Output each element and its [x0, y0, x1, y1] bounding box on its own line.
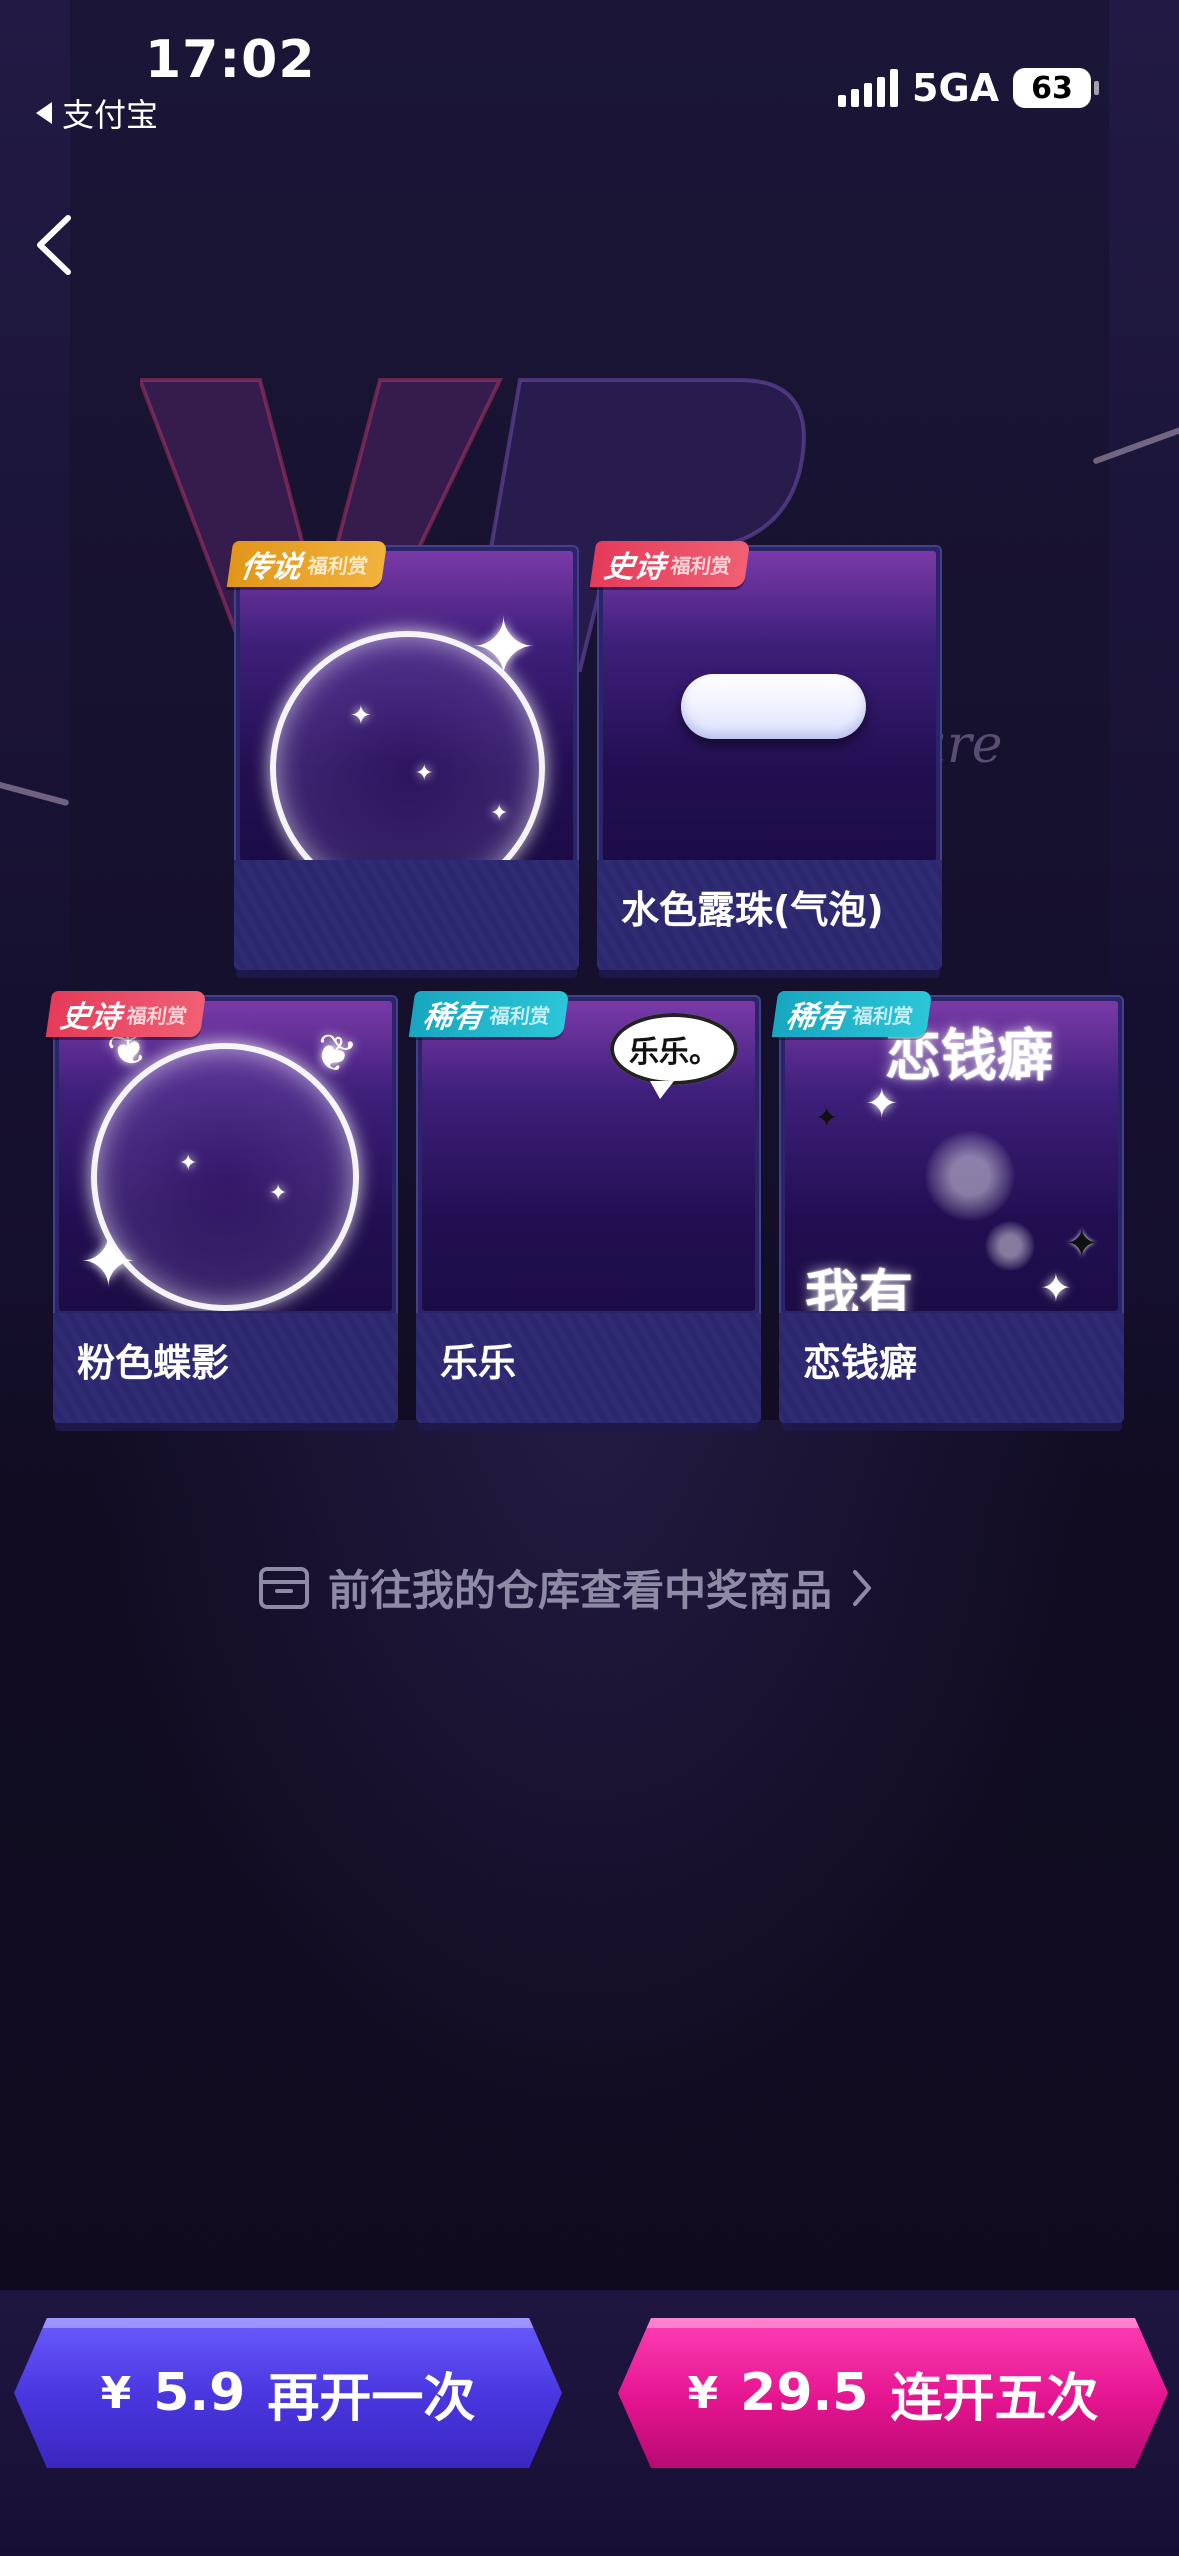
- badge-subtitle: 福利赏: [125, 1003, 189, 1028]
- dot-cloud: [985, 1221, 1035, 1271]
- badge-subtitle: 福利赏: [488, 1003, 552, 1028]
- back-app-label: 支付宝: [62, 96, 159, 134]
- prize-name: 水色露珠(气泡): [621, 888, 884, 932]
- network-type: 5GA: [912, 66, 1000, 110]
- status-indicators: 5GA 63: [838, 66, 1100, 110]
- rarity-badge-rare: 稀有 福利赏: [408, 991, 570, 1037]
- speech-bubble: 乐乐。: [610, 1013, 738, 1099]
- badge-subtitle: 福利赏: [851, 1003, 915, 1028]
- prize-name: 恋钱癖: [803, 1341, 918, 1385]
- deco-text-bottom: 我有: [805, 1264, 913, 1311]
- badge-rarity-text: 史诗: [602, 550, 667, 585]
- chevron-right-icon: [853, 1569, 872, 1606]
- rarity-badge-rare: 稀有 福利赏: [771, 991, 933, 1037]
- sparkle-icon: ✦: [1065, 1221, 1099, 1267]
- badge-rarity-text: 稀有: [421, 1000, 486, 1035]
- prize-card-legend-bubble[interactable]: ✦ ✦ ✦ ✦ 传说 福利赏: [226, 541, 579, 970]
- price: 5.9: [153, 2363, 246, 2423]
- prize-image: 乐乐。: [422, 1001, 755, 1311]
- prize-image: [603, 551, 936, 861]
- prize-card-money-fetish[interactable]: 恋钱癖 我有 ✦ ✦ ✦ ✦ 恋钱癖 稀有 福利赏: [771, 991, 1124, 1423]
- back-arrow-icon[interactable]: [28, 210, 92, 280]
- prize-card-pink-butterfly[interactable]: ❦ ❦ ✦ ✦ ✦ 粉色蝶影 史诗 福利赏: [45, 991, 398, 1423]
- sparkle-icon: ✦: [350, 701, 372, 731]
- sparkle-icon: ✦: [815, 1101, 839, 1134]
- card-footer: [234, 860, 579, 970]
- pill-bubble-icon: [681, 674, 866, 739]
- prize-image: ❦ ❦ ✦ ✦ ✦: [59, 1001, 392, 1311]
- status-time: 17:02: [145, 30, 316, 90]
- sparkle-icon: ✦: [1040, 1266, 1072, 1310]
- open-five-button[interactable]: ¥ 29.5 连开五次: [618, 2318, 1168, 2468]
- battery-level: 63: [1031, 70, 1073, 106]
- box-icon: [259, 1566, 309, 1609]
- signal-icon: [838, 69, 898, 107]
- prize-image: 恋钱癖 我有 ✦ ✦ ✦ ✦: [785, 1001, 1118, 1311]
- warehouse-link-label: 前往我的仓库查看中奖商品: [328, 1566, 833, 1615]
- battery-icon: 63: [1013, 68, 1100, 108]
- sparkle-icon: ✦: [865, 1081, 899, 1127]
- background-floor: [0, 1420, 1179, 2320]
- sparkle-icon: ✦: [179, 1151, 198, 1176]
- price: 29.5: [740, 2363, 869, 2423]
- sparkle-icon: ✦: [415, 761, 434, 786]
- sparkle-icon: ✦: [79, 1221, 138, 1303]
- rarity-badge-epic: 史诗 福利赏: [589, 541, 751, 587]
- button-label: 连开五次: [890, 2368, 1099, 2429]
- sparkle-icon: ✦: [490, 801, 509, 826]
- prize-name: 粉色蝶影: [77, 1341, 230, 1385]
- badge-rarity-text: 稀有: [784, 1000, 849, 1035]
- currency-symbol: ¥: [687, 2367, 719, 2419]
- prize-card-water-dewdrop[interactable]: 水色露珠(气泡) 史诗 福利赏: [589, 541, 942, 970]
- open-once-button[interactable]: ¥ 5.9 再开一次: [14, 2318, 562, 2468]
- badge-subtitle: 福利赏: [669, 553, 733, 578]
- sparkle-icon: ✦: [269, 1181, 288, 1206]
- rarity-badge-epic: 史诗 福利赏: [45, 991, 207, 1037]
- button-label: 再开一次: [267, 2368, 476, 2429]
- currency-symbol: ¥: [100, 2367, 132, 2419]
- prize-card-lele[interactable]: 乐乐。 乐乐 稀有 福利赏: [408, 991, 761, 1423]
- back-to-app-link[interactable]: 支付宝: [36, 90, 158, 136]
- dot-cloud: [925, 1131, 1015, 1221]
- warehouse-link[interactable]: 前往我的仓库查看中奖商品: [258, 1557, 874, 1618]
- badge-rarity-text: 传说: [239, 550, 304, 585]
- sparkle-icon: ✦: [470, 601, 538, 694]
- badge-subtitle: 福利赏: [306, 553, 370, 578]
- prize-name: 乐乐: [440, 1341, 517, 1385]
- back-triangle-icon: [36, 102, 52, 124]
- prize-image: ✦ ✦ ✦ ✦: [240, 551, 573, 861]
- rarity-badge-legend: 传说 福利赏: [226, 541, 388, 587]
- badge-rarity-text: 史诗: [58, 1000, 123, 1035]
